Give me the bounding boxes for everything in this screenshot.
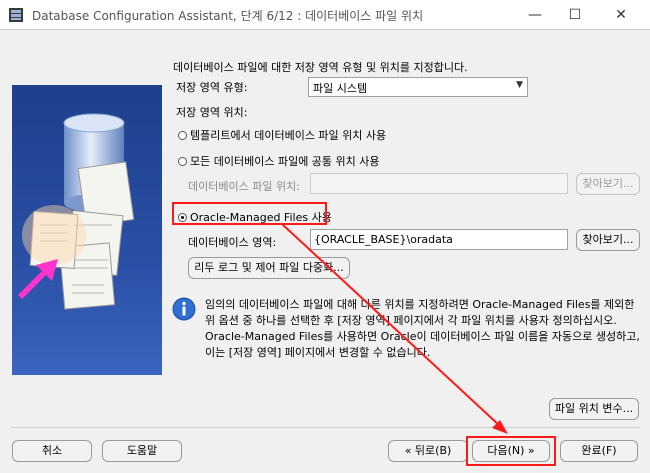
wizard-side-illustration [12,85,162,375]
footer-separator [10,427,640,428]
app-icon [9,8,23,22]
chevron-down-icon: ▼ [516,80,523,90]
title-bar: Database Configuration Assistant, 단계 6/1… [0,0,650,30]
close-button[interactable]: ✕ [598,0,644,30]
window-title: Database Configuration Assistant, 단계 6/1… [32,9,424,23]
radio-template-label: 템플리트에서 데이터베이스 파일 위치 사용 [190,129,387,142]
info-line: 위 옵션 중 하나를 선택한 후 [저장 영역] 페이지에서 각 파일 위치를 … [205,314,617,327]
storage-type-select[interactable]: 파일 시스템 ▼ [308,77,528,97]
info-line: 이는 [저장 영역] 페이지에서 변경할 수 없습니다. [205,346,431,359]
multiplex-redo-controlfile-button[interactable]: 리두 로그 및 제어 파일 다중화... [188,257,350,279]
radio-template-location[interactable]: 템플리트에서 데이터베이스 파일 위치 사용 [178,127,386,143]
storage-type-value: 파일 시스템 [313,82,368,95]
browse-button-disabled[interactable]: 찾아보기... [576,173,640,195]
info-text: 임의의 데이터베이스 파일에 대해 다른 위치를 지정하려면 Oracle-Ma… [205,297,640,361]
maximize-button[interactable]: ☐ [552,0,598,30]
highlight-box-omf [172,202,327,225]
info-line: Oracle-Managed Files를 사용하면 Oracle이 데이터베이… [205,330,640,343]
intro-text: 데이터베이스 파일에 대한 저장 영역 유형 및 위치를 지정합니다. [173,61,468,74]
storage-location-label: 저장 영역 위치: [176,106,248,119]
radio-icon [178,157,187,166]
cancel-button[interactable]: 취소 [12,440,92,462]
file-location-variables-button[interactable]: 파일 위치 변수... [549,398,639,420]
highlight-box-next [466,436,556,466]
db-file-location-input[interactable] [310,173,568,194]
radio-common-location[interactable]: 모든 데이터베이스 파일에 공통 위치 사용 [178,153,380,169]
radio-common-label: 모든 데이터베이스 파일에 공통 위치 사용 [190,155,380,168]
finish-button[interactable]: 완료(F) [560,440,638,462]
db-area-input[interactable]: {ORACLE_BASE}\oradata [310,229,568,250]
radio-icon [178,131,187,140]
info-line: 임의의 데이터베이스 파일에 대해 다른 위치를 지정하려면 Oracle-Ma… [205,298,635,311]
db-area-label: 데이터베이스 영역: [188,236,277,249]
back-button-label: 뒤로(B) [414,444,452,457]
info-icon [172,297,196,321]
back-button[interactable]: « 뒤로(B) [388,440,468,462]
browse-button[interactable]: 찾아보기... [576,229,640,251]
storage-type-label: 저장 영역 유형: [176,81,248,94]
help-button[interactable]: 도움말 [102,440,182,462]
chevron-left-icon: « [404,444,412,457]
db-file-location-label: 데이터베이스 파일 위치: [188,180,300,193]
